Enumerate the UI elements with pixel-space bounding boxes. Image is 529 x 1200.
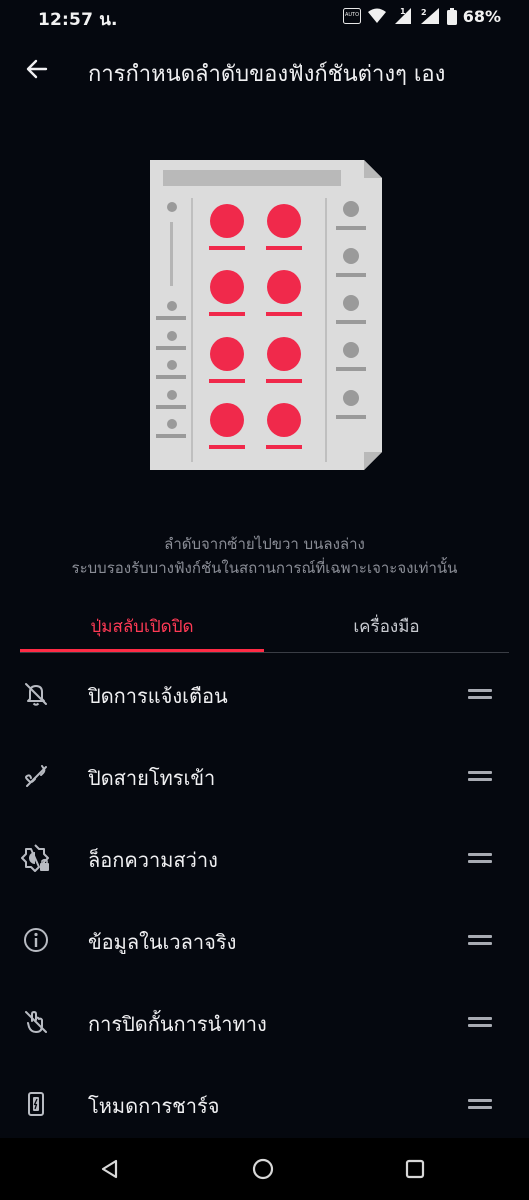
system-nav-bar bbox=[0, 1138, 529, 1200]
list-item-label: ปิดสายโทรเข้า bbox=[88, 766, 216, 790]
drag-handle-icon[interactable] bbox=[468, 851, 492, 865]
tab-toggles[interactable]: ปุ่มสลับเปิดปิด bbox=[20, 600, 264, 652]
bell-off-icon bbox=[20, 678, 52, 710]
triangle-back-icon bbox=[101, 1159, 118, 1179]
status-bar: 12:57 น. AUTO 1 2 68% bbox=[0, 0, 529, 34]
drag-handle-icon[interactable] bbox=[468, 933, 492, 947]
drag-handle-icon[interactable] bbox=[468, 1015, 492, 1029]
svg-text:AUTO: AUTO bbox=[345, 12, 359, 18]
phone-off-icon bbox=[20, 760, 52, 792]
brightness-lock-icon bbox=[20, 842, 52, 874]
arrow-left-icon bbox=[26, 59, 48, 79]
list-item-label: ล็อกความสว่าง bbox=[88, 848, 218, 872]
nav-home-button[interactable] bbox=[246, 1152, 280, 1186]
signal-sim2-icon: 2 bbox=[419, 7, 439, 24]
tab-tools[interactable]: เครื่องมือ bbox=[264, 600, 509, 652]
info-icon bbox=[20, 924, 52, 956]
list-item-label: ข้อมูลในเวลาจริง bbox=[88, 930, 237, 954]
svg-text:1: 1 bbox=[400, 7, 406, 16]
description-line-2: ระบบรองรับบางฟังก์ชันในสถานการณ์ที่เฉพาะ… bbox=[71, 559, 458, 577]
list-item-brightness-lock[interactable]: ล็อกความสว่าง bbox=[0, 817, 529, 899]
list-item-label: ปิดการแจ้งเตือน bbox=[88, 684, 228, 708]
circle-home-icon bbox=[252, 1158, 274, 1180]
signal-sim1-icon: 1 bbox=[394, 7, 411, 24]
nav-recents-button[interactable] bbox=[398, 1152, 432, 1186]
svg-text:2: 2 bbox=[421, 8, 427, 17]
app-bar: การกำหนดลำดับของฟังก์ชันต่างๆ เอง bbox=[0, 40, 529, 98]
description: ลำดับจากซ้ายไปขวา บนลงล่าง ระบบรองรับบาง… bbox=[0, 532, 529, 580]
description-line-1: ลำดับจากซ้ายไปขวา บนลงล่าง bbox=[164, 535, 365, 553]
wifi-icon bbox=[367, 8, 386, 23]
nav-back-button[interactable] bbox=[93, 1152, 127, 1186]
feature-list: ปิดการแจ้งเตือน ปิดสายโทรเข้า ล็อกความสว… bbox=[0, 653, 529, 1145]
list-item-navigation-block[interactable]: การปิดกั้นการนำทาง bbox=[0, 981, 529, 1063]
status-icons: AUTO 1 2 68% bbox=[342, 5, 501, 27]
list-item-block-calls[interactable]: ปิดสายโทรเข้า bbox=[0, 735, 529, 817]
navigation-block-icon bbox=[20, 1006, 52, 1038]
list-item-label: โหมดการชาร์จ bbox=[88, 1094, 220, 1118]
drag-handle-icon[interactable] bbox=[468, 1097, 492, 1111]
layout-order-illustration bbox=[146, 158, 384, 472]
battery-percent: 68% bbox=[462, 6, 501, 26]
list-item-charging-mode[interactable]: โหมดการชาร์จ bbox=[0, 1063, 529, 1145]
auto-data-icon: AUTO bbox=[342, 8, 361, 24]
screen: 12:57 น. AUTO 1 2 68% การกำหนดลำดับของฟั… bbox=[0, 0, 529, 1200]
list-item-realtime-info[interactable]: ข้อมูลในเวลาจริง bbox=[0, 899, 529, 981]
charging-mode-icon bbox=[20, 1088, 52, 1120]
tab-indicator bbox=[20, 649, 264, 652]
list-item-notifications-off[interactable]: ปิดการแจ้งเตือน bbox=[0, 653, 529, 735]
page-title: การกำหนดลำดับของฟังก์ชันต่างๆ เอง bbox=[88, 62, 446, 87]
status-time: 12:57 น. bbox=[38, 10, 118, 30]
back-button[interactable] bbox=[20, 52, 54, 86]
drag-handle-icon[interactable] bbox=[468, 687, 492, 701]
battery-icon bbox=[446, 7, 457, 25]
list-item-label: การปิดกั้นการนำทาง bbox=[88, 1012, 267, 1036]
square-recents-icon bbox=[405, 1159, 425, 1179]
drag-handle-icon[interactable] bbox=[468, 769, 492, 783]
tab-bar: ปุ่มสลับเปิดปิด เครื่องมือ bbox=[20, 600, 509, 653]
